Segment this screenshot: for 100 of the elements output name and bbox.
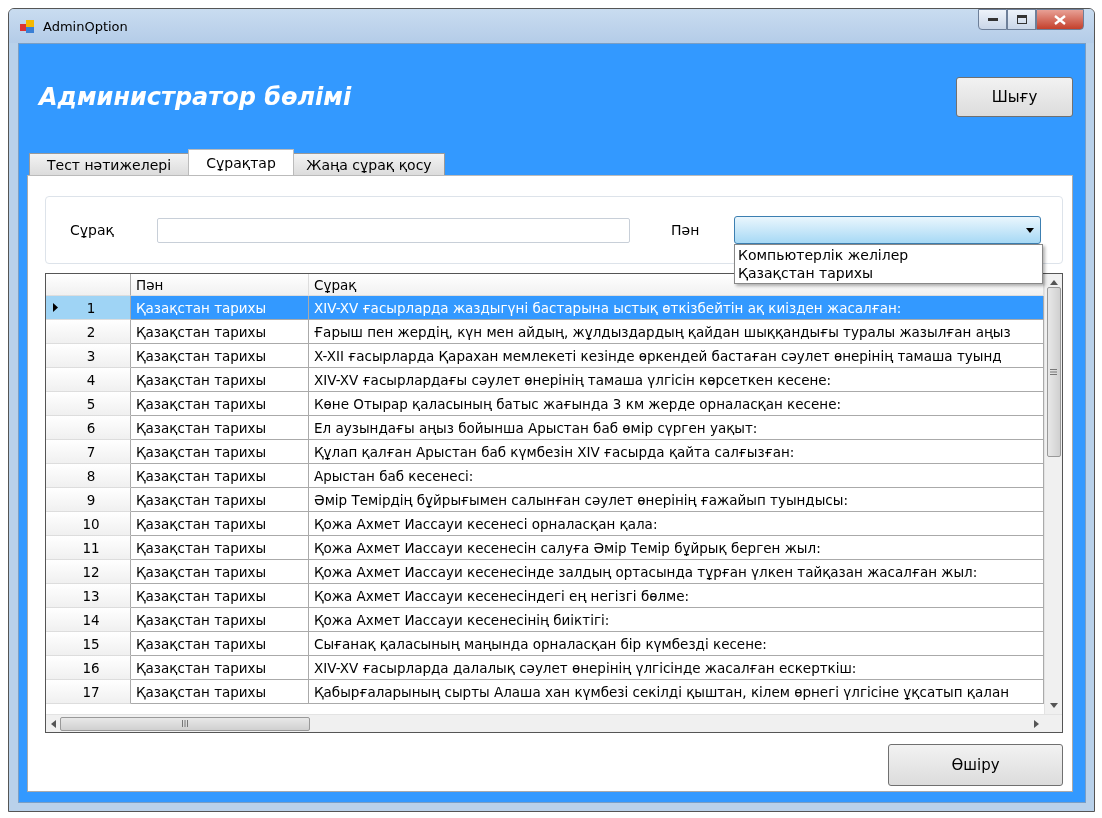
scroll-right-icon [1034,719,1039,728]
table-cell: Арыстан баб кесенесі: [309,464,1044,488]
question-label: Сұрақ [70,222,115,238]
table-cell: XIV-XV ғасырлардағы сәулет өнерінің тамаша үлгісін көрсеткен кесене: [309,368,1044,392]
scroll-down-icon [1049,703,1058,708]
dropdown-option[interactable]: Компьютерлік желілер [735,246,1042,264]
table-cell: Қожа Ахмет Иассауи кесенесіндегі ең негізгі бөлме: [309,584,1044,608]
close-icon [1054,14,1066,25]
table-cell: Қазақстан тарихы [131,536,309,560]
table-cell: Қазақстан тарихы [131,320,309,344]
window-title: AdminOption [43,18,129,34]
row-header[interactable]: 16 [46,656,131,680]
table-cell: Қожа Ахмет Иассауи кесенесінде залдың ортасында тұрған үлкен тайқазан жасалған жыл: [309,560,1044,584]
table-cell: Қазақстан тарихы [131,512,309,536]
table-cell: Қазақстан тарихы [131,560,309,584]
grip-icon [182,720,188,727]
row-number: 3 [85,347,97,364]
row-header[interactable]: 4 [46,368,131,392]
row-number: 12 [81,563,101,580]
maximize-button[interactable] [1007,9,1036,30]
row-header[interactable]: 2 [46,320,131,344]
table-cell: Көне Отырар қаласының батыс жағында 3 км жерде орналасқан кесене: [309,392,1044,416]
row-header[interactable]: 15 [46,632,131,656]
row-header[interactable]: 3 [46,344,131,368]
horizontal-scrollbar[interactable] [46,714,1062,732]
row-header[interactable]: 8 [46,464,131,488]
row-header[interactable]: 11 [46,536,131,560]
table-cell: Қазақстан тарихы [131,368,309,392]
row-number: 5 [85,395,97,412]
delete-button[interactable]: Өшіру [888,744,1063,786]
subject-label: Пән [671,222,701,238]
table-cell: Қазақстан тарихы [131,392,309,416]
tab[interactable]: Сұрақтар [188,149,294,175]
row-number: 13 [81,587,101,604]
row-number: 8 [85,467,97,484]
tab[interactable]: Тест нәтижелері [29,153,189,175]
table-cell: XIV-XV ғасырларда жаздыгүні бастарына ыстық өткізбейтін ақ киізден жасалған: [309,296,1044,320]
row-number: 1 [85,299,97,316]
row-number: 15 [81,635,101,652]
table-cell: Қазақстан тарихы [131,296,309,320]
row-number: 7 [85,443,97,460]
table-cell: Әмір Темірдің бұйрығымен салынған сәулет өнерінің ғажайып туындысы: [309,488,1044,512]
minimize-icon [987,17,998,22]
table-cell: Қазақстан тарихы [131,440,309,464]
row-header[interactable]: 7 [46,440,131,464]
tab[interactable]: Жаңа сұрақ қосу [293,153,445,175]
scroll-thumb[interactable] [60,716,310,731]
row-header[interactable]: 10 [46,512,131,536]
table-cell: Ел аузындағы аңыз бойынша Арыстан баб өмір сүрген уақыт: [309,416,1044,440]
row-number: 9 [85,491,97,508]
column-header[interactable]: Пән [131,274,309,296]
scroll-left-icon [51,719,56,728]
table-cell: Қожа Ахмет Иассауи кесенесін салуға Әмір Темір бұйрық берген жыл: [309,536,1044,560]
scroll-up-icon [1049,280,1058,285]
row-header[interactable]: 17 [46,680,131,704]
current-row-icon [52,303,58,312]
row-header[interactable]: 13 [46,584,131,608]
table-cell: Құлап қалған Арыстан баб күмбезін XIV ғасырда қайта салғызған: [309,440,1044,464]
row-number: 11 [81,539,101,556]
row-header[interactable]: 12 [46,560,131,584]
row-number: 17 [81,683,101,700]
row-number: 14 [81,611,101,628]
row-number: 10 [81,515,101,532]
row-header[interactable]: 14 [46,608,131,632]
table-cell: Қожа Ахмет Иассауи кесенесінің биіктігі: [309,608,1044,632]
row-number: 4 [85,371,97,388]
row-number: 2 [85,323,97,340]
row-header[interactable]: 5 [46,392,131,416]
table-cell: Қазақстан тарихы [131,632,309,656]
table-cell: Қазақстан тарихы [131,608,309,632]
table-cell: Қожа Ахмет Иассауи кесенесі орналасқан қала: [309,512,1044,536]
row-header[interactable]: 6 [46,416,131,440]
row-header[interactable]: 9 [46,488,131,512]
app-icon [19,18,35,34]
exit-button[interactable]: Шығу [956,76,1073,117]
section-title: Администратор бөлімі [39,82,352,111]
table-cell: Қазақстан тарихы [131,416,309,440]
row-number: 6 [85,419,97,436]
minimize-button[interactable] [978,9,1007,30]
grip-icon [1050,369,1057,375]
table-cell: X-XII ғасырларда Қарахан мемлекеті кезінде өркендей бастаған сәулет өнерінің тамаша туынд [309,344,1044,368]
table-cell: Сығанақ қаласының маңында орналасқан бір күмбезді кесене: [309,632,1044,656]
table-cell: Қазақстан тарихы [131,680,309,704]
question-field[interactable] [157,217,630,243]
row-number: 16 [81,659,101,676]
close-button[interactable] [1036,9,1084,30]
table-cell: Қазақстан тарихы [131,464,309,488]
dropdown-arrow-icon [1026,227,1034,233]
table-cell: Қабырғаларының сырты Алаша хан күмбезі секілді қыштан, кілем өрнегі үлгісіне ұқсатып қалан [309,680,1044,704]
maximize-icon [1016,15,1027,24]
scroll-thumb[interactable] [1046,287,1061,457]
subject-dropdown[interactable] [734,216,1041,244]
vertical-scrollbar[interactable] [1044,274,1062,714]
row-header[interactable]: 1 [46,296,131,320]
table-cell: XIV-XV ғасырларда далалық сәулет өнерінің үлгісінде жасалған ескерткіш: [309,656,1044,680]
table-cell: Қазақстан тарихы [131,584,309,608]
table-cell: Қазақстан тарихы [131,656,309,680]
table-cell: Қазақстан тарихы [131,344,309,368]
table-cell: Ғарыш пен жердің, күн мен айдың, жұлдыздардың қайдан шыққандығы туралы жазылған аңыз [309,320,1044,344]
table-cell: Қазақстан тарихы [131,488,309,512]
